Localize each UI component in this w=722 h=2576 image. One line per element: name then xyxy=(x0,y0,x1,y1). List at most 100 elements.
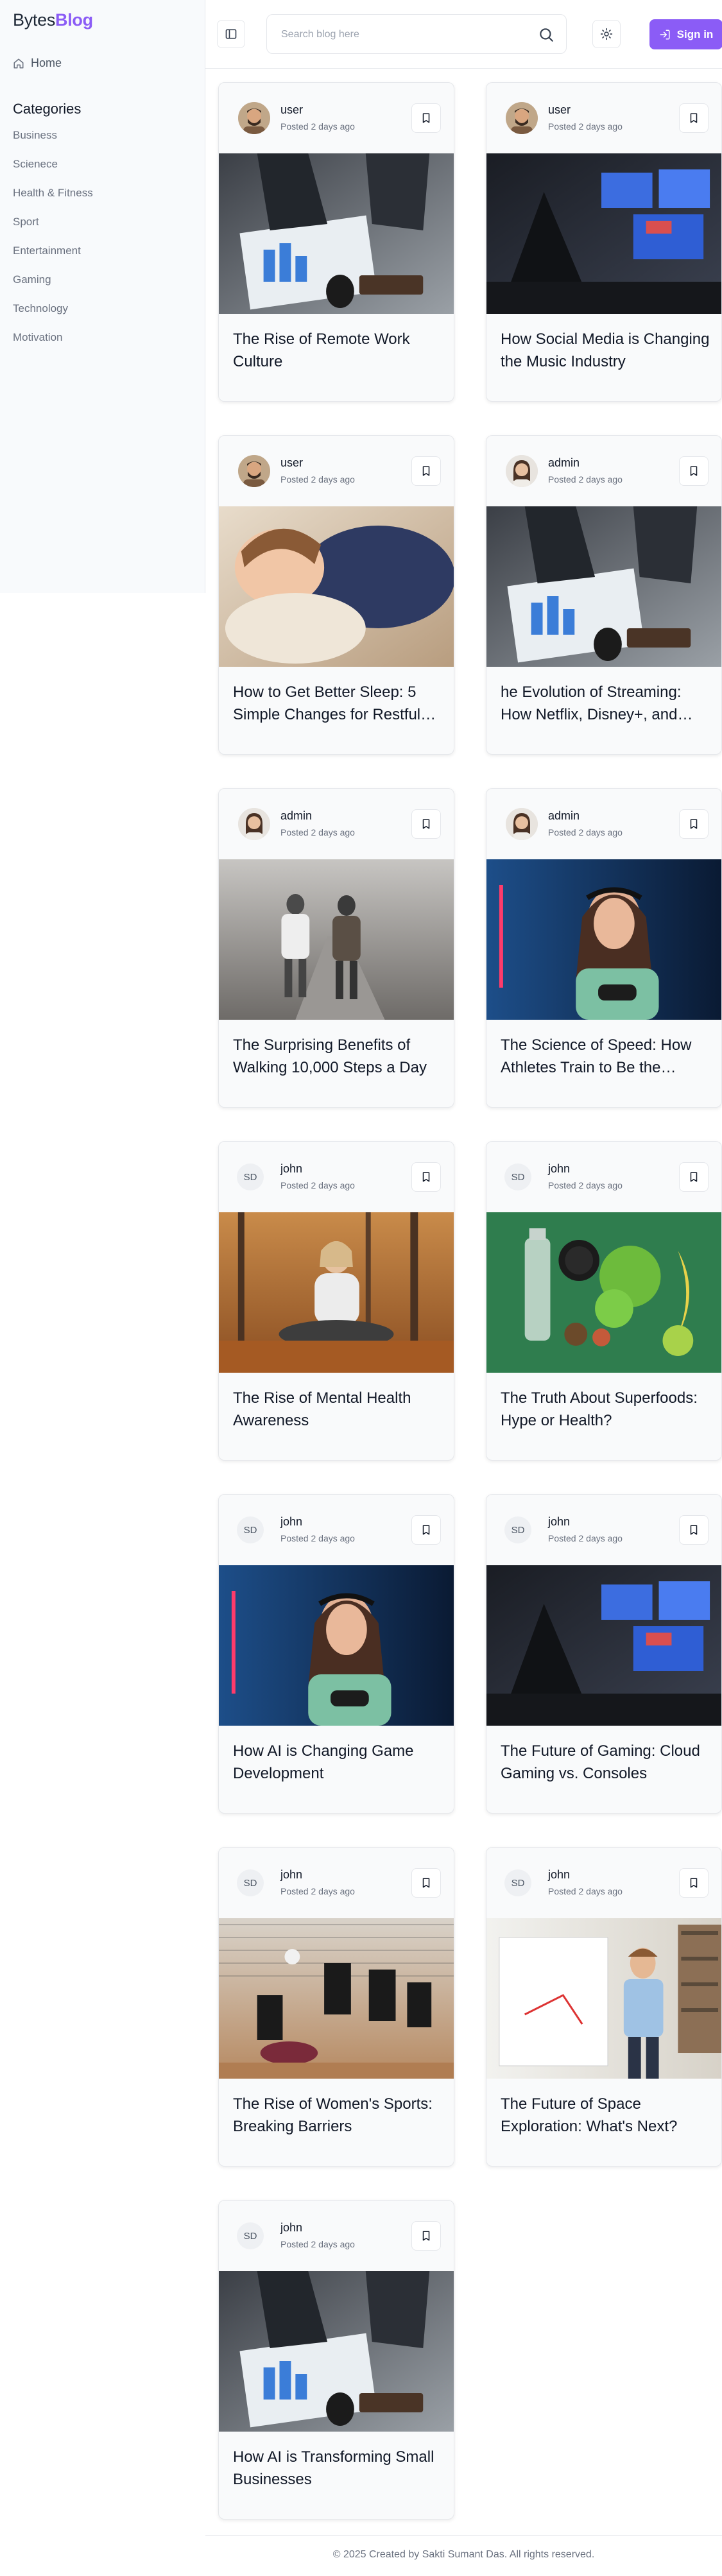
post-header: SD john Posted 2 days ago xyxy=(486,1142,721,1212)
post-title[interactable]: The Surprising Benefits of Walking 10,00… xyxy=(233,1034,442,1079)
sign-in-label: Sign in xyxy=(676,28,714,40)
sign-in-button[interactable]: Sign in xyxy=(649,19,722,49)
bookmark-icon xyxy=(422,1172,430,1182)
bookmark-icon xyxy=(422,466,430,476)
post-title[interactable]: How to Get Better Sleep: 5 Simple Change… xyxy=(233,681,442,726)
post-thumbnail[interactable] xyxy=(219,2271,454,2432)
blog-post-card[interactable]: user Posted 2 days ago How to Get Better… xyxy=(218,435,454,755)
post-title[interactable]: The Truth About Superfoods: Hype or Heal… xyxy=(501,1387,710,1432)
sidebar-item-home-label: Home xyxy=(31,56,62,69)
post-author: admin xyxy=(548,809,580,822)
post-title[interactable]: The Rise of Mental Health Awareness xyxy=(233,1387,442,1432)
bookmark-button[interactable] xyxy=(679,1515,709,1545)
bookmark-icon xyxy=(422,113,430,123)
post-author: admin xyxy=(280,809,313,822)
bookmark-button[interactable] xyxy=(679,809,709,839)
author-avatar xyxy=(238,455,270,487)
blog-post-card[interactable]: admin Posted 2 days ago The Surprising B… xyxy=(218,788,454,1108)
post-date: Posted 2 days ago xyxy=(548,1180,623,1190)
bookmark-button[interactable] xyxy=(411,456,441,486)
post-title[interactable]: How Social Media is Changing the Music I… xyxy=(501,328,710,373)
post-thumbnail[interactable] xyxy=(219,1918,454,2079)
post-thumbnail[interactable] xyxy=(486,859,721,1020)
blog-post-card[interactable]: admin Posted 2 days ago he Evolution of … xyxy=(486,435,722,755)
blog-post-card[interactable]: SD john Posted 2 days ago The Truth Abou… xyxy=(486,1141,722,1461)
post-title[interactable]: The Rise of Remote Work Culture xyxy=(233,328,442,373)
categories-title: Categories xyxy=(13,101,82,117)
author-avatar: SD xyxy=(237,1516,264,1543)
category-item[interactable]: Motivation xyxy=(13,329,93,358)
brand-logo[interactable]: BytesBlog xyxy=(13,10,93,30)
post-title[interactable]: How AI is Transforming Small Businesses xyxy=(233,2446,442,2491)
bookmark-button[interactable] xyxy=(411,1515,441,1545)
category-item[interactable]: Entertainment xyxy=(13,243,93,271)
category-item[interactable]: Sport xyxy=(13,214,93,243)
bookmark-icon xyxy=(422,2231,430,2241)
bookmark-button[interactable] xyxy=(411,809,441,839)
post-date: Posted 2 days ago xyxy=(280,1886,355,1896)
post-author: user xyxy=(280,103,304,116)
post-thumbnail[interactable] xyxy=(486,1565,721,1726)
category-item[interactable]: Technology xyxy=(13,300,93,329)
blog-post-card[interactable]: SD john Posted 2 days ago The Future of … xyxy=(486,1494,722,1814)
sidebar-item-home[interactable]: Home xyxy=(13,56,62,70)
post-author: admin xyxy=(548,456,580,469)
blog-post-card[interactable]: SD john Posted 2 days ago How AI is Chan… xyxy=(218,1494,454,1814)
post-thumbnail[interactable] xyxy=(486,506,721,667)
bookmark-button[interactable] xyxy=(411,103,441,133)
post-title[interactable]: The Future of Gaming: Cloud Gaming vs. C… xyxy=(501,1740,710,1785)
post-header: admin Posted 2 days ago xyxy=(486,789,721,859)
post-title[interactable]: The Future of Space Exploration: What's … xyxy=(501,2093,710,2138)
post-header: SD john Posted 2 days ago xyxy=(486,1848,721,1918)
category-item[interactable]: Health & Fitness xyxy=(13,185,93,214)
post-title[interactable]: he Evolution of Streaming: How Netflix, … xyxy=(501,681,710,726)
bookmark-button[interactable] xyxy=(411,1162,441,1192)
footer-divider xyxy=(205,2535,722,2536)
category-item[interactable]: Gaming xyxy=(13,271,93,300)
bookmark-button[interactable] xyxy=(679,1868,709,1898)
blog-post-card[interactable]: SD john Posted 2 days ago The Rise of Me… xyxy=(218,1141,454,1461)
post-header: SD john Posted 2 days ago xyxy=(219,2201,454,2271)
author-avatar: SD xyxy=(237,1163,264,1190)
post-thumbnail[interactable] xyxy=(219,153,454,314)
sidebar: BytesBlog Home Categories Business Scien… xyxy=(0,0,205,593)
post-thumbnail[interactable] xyxy=(219,1212,454,1373)
blog-post-card[interactable]: SD john Posted 2 days ago How AI is Tran… xyxy=(218,2200,454,2520)
blog-post-card[interactable]: user Posted 2 days ago How Social Media … xyxy=(486,82,722,402)
post-title[interactable]: The Rise of Women's Sports: Breaking Bar… xyxy=(233,2093,442,2138)
post-title[interactable]: The Science of Speed: How Athletes Train… xyxy=(501,1034,710,1079)
bookmark-button[interactable] xyxy=(679,1162,709,1192)
theme-toggle-button[interactable] xyxy=(592,20,621,48)
post-date: Posted 2 days ago xyxy=(280,1533,355,1543)
sidebar-toggle-button[interactable] xyxy=(217,20,245,48)
category-item[interactable]: Business xyxy=(13,127,93,156)
author-avatar xyxy=(238,102,270,134)
bookmark-icon xyxy=(422,819,430,829)
post-header: user Posted 2 days ago xyxy=(486,83,721,153)
bookmark-button[interactable] xyxy=(679,103,709,133)
blog-post-card[interactable]: admin Posted 2 days ago The Science of S… xyxy=(486,788,722,1108)
post-date: Posted 2 days ago xyxy=(280,827,355,837)
category-item[interactable]: Scienece xyxy=(13,156,93,185)
post-thumbnail[interactable] xyxy=(219,506,454,667)
post-header: SD john Posted 2 days ago xyxy=(219,1848,454,1918)
post-thumbnail[interactable] xyxy=(219,859,454,1020)
author-avatar xyxy=(506,808,538,840)
bookmark-button[interactable] xyxy=(679,456,709,486)
bookmark-icon xyxy=(422,1525,430,1535)
blog-post-card[interactable]: user Posted 2 days ago The Rise of Remot… xyxy=(218,82,454,402)
blog-post-card[interactable]: SD john Posted 2 days ago The Future of … xyxy=(486,1847,722,2167)
blog-post-card[interactable]: SD john Posted 2 days ago The Rise of Wo… xyxy=(218,1847,454,2167)
bookmark-button[interactable] xyxy=(411,2221,441,2251)
post-title[interactable]: How AI is Changing Game Development xyxy=(233,1740,442,1785)
post-thumbnail[interactable] xyxy=(486,153,721,314)
category-list: Business Scienece Health & Fitness Sport… xyxy=(13,127,93,358)
search-input[interactable] xyxy=(281,25,525,44)
post-thumbnail[interactable] xyxy=(219,1565,454,1726)
post-thumbnail[interactable] xyxy=(486,1212,721,1373)
post-thumbnail[interactable] xyxy=(486,1918,721,2079)
search-icon[interactable] xyxy=(538,26,554,43)
author-avatar: SD xyxy=(237,2222,264,2249)
post-header: user Posted 2 days ago xyxy=(219,83,454,153)
bookmark-button[interactable] xyxy=(411,1868,441,1898)
